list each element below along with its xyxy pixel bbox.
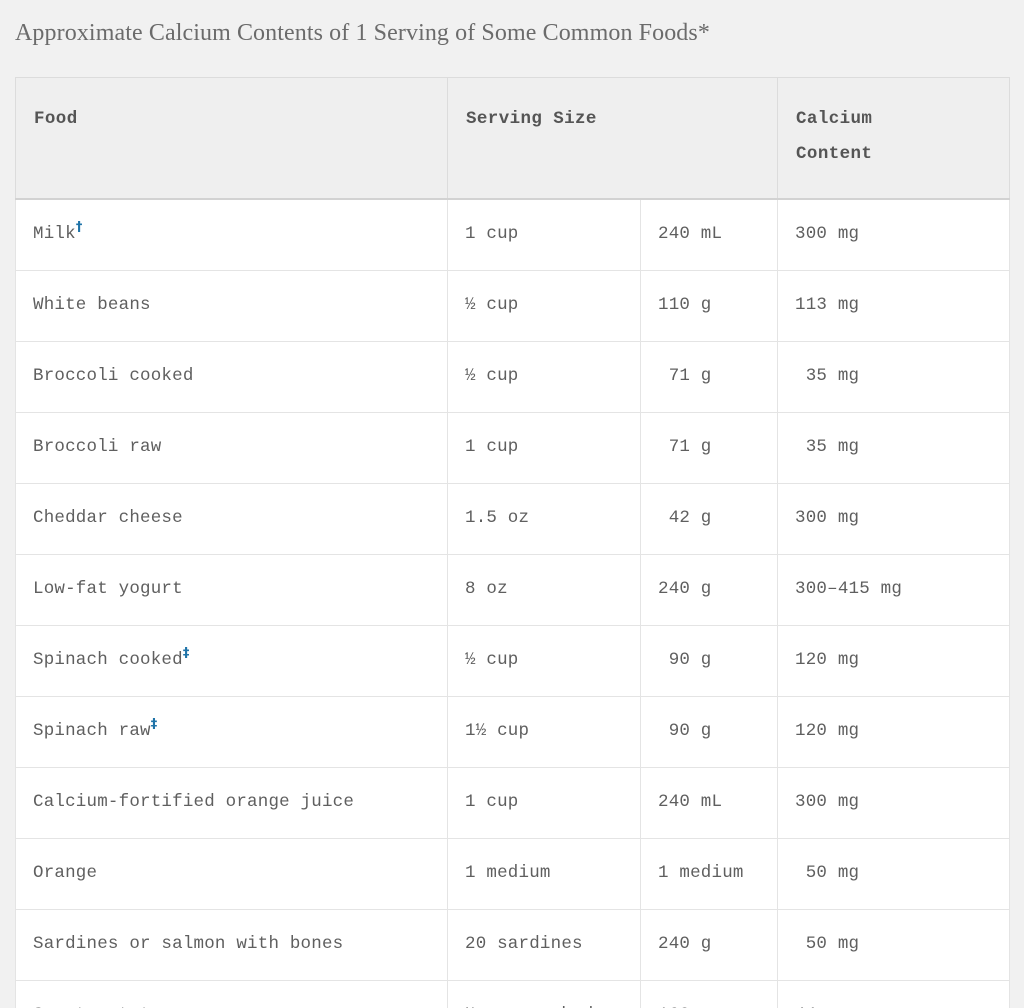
cell-serving-weight: 71 g bbox=[639, 412, 779, 484]
cell-serving-size: 20 sardines bbox=[447, 909, 641, 981]
cell-serving-weight: 240 mL bbox=[639, 767, 779, 839]
cell-calcium-content: 35 mg bbox=[777, 341, 1011, 413]
cell-food: Cheddar cheese bbox=[15, 483, 448, 555]
cell-serving-size: 1 cup bbox=[447, 412, 641, 484]
cell-calcium-content: 300 mg bbox=[777, 198, 1011, 271]
footnote-marker-icon: ‡ bbox=[150, 717, 158, 733]
cell-calcium-content: 50 mg bbox=[777, 838, 1011, 910]
cell-calcium-content: 300 mg bbox=[777, 767, 1011, 839]
table-row: Spinach raw‡ 1½ cup 90 g 120 mg bbox=[15, 696, 1011, 768]
cell-serving-weight: 90 g bbox=[639, 625, 779, 697]
cell-calcium-content: 120 mg bbox=[777, 696, 1011, 768]
table-row: Sweet potatoes½ cup mashed16044 bbox=[15, 980, 1011, 1008]
cell-serving-weight: 240 g bbox=[639, 554, 779, 626]
column-header-calcium-line-2: Content bbox=[796, 144, 873, 164]
column-header-calcium-line-1: Calcium bbox=[796, 109, 873, 129]
food-name: Sardines or salmon with bones bbox=[33, 934, 344, 954]
table-row: Low-fat yogurt 8 oz 240 g 300–415 mg bbox=[15, 554, 1011, 626]
cell-food: Broccoli cooked bbox=[15, 341, 448, 413]
food-name: Milk bbox=[33, 224, 76, 244]
cell-food: Calcium-fortified orange juice bbox=[15, 767, 448, 839]
cell-serving-size: ½ cup mashed bbox=[447, 980, 641, 1008]
cell-serving-weight: 240 g bbox=[639, 909, 779, 981]
cell-serving-weight: 42 g bbox=[639, 483, 779, 555]
cell-serving-size: 1 medium bbox=[447, 838, 641, 910]
cell-food: Low-fat yogurt bbox=[15, 554, 448, 626]
cell-calcium-content: 113 mg bbox=[777, 270, 1011, 342]
footnote-marker-icon: ‡ bbox=[182, 646, 190, 662]
table-header: Food Serving Size Calcium Content bbox=[15, 77, 1011, 200]
cell-calcium-content: 300–415 mg bbox=[777, 554, 1011, 626]
cell-food: Sweet potatoes bbox=[15, 980, 448, 1008]
column-header-calcium-content: Calcium Content bbox=[777, 77, 1011, 200]
cell-serving-size: 1 cup bbox=[447, 767, 641, 839]
food-name: Spinach raw bbox=[33, 721, 151, 741]
page-title: Approximate Calcium Contents of 1 Servin… bbox=[15, 20, 710, 46]
cell-serving-weight: 90 g bbox=[639, 696, 779, 768]
food-name: Low-fat yogurt bbox=[33, 579, 183, 599]
food-name: Spinach cooked bbox=[33, 650, 183, 670]
column-header-food: Food bbox=[15, 77, 448, 200]
footnote-marker-icon: † bbox=[75, 220, 83, 236]
food-name: Broccoli raw bbox=[33, 437, 162, 457]
cell-serving-weight: 160 bbox=[639, 980, 779, 1008]
food-name: Orange bbox=[33, 863, 98, 883]
calcium-table-container: Food Serving Size Calcium Content Milk† 1… bbox=[15, 77, 1011, 1008]
calcium-contents-table: Food Serving Size Calcium Content Milk† 1… bbox=[15, 77, 1011, 1008]
cell-serving-size: 8 oz bbox=[447, 554, 641, 626]
table-row: Broccoli cooked ½ cup 71 g 35 mg bbox=[15, 341, 1011, 413]
cell-food: White beans bbox=[15, 270, 448, 342]
table-row: White beans ½ cup 110 g 113 mg bbox=[15, 270, 1011, 342]
cell-serving-size: ½ cup bbox=[447, 625, 641, 697]
table-row: Orange 1 medium 1 medium 50 mg bbox=[15, 838, 1011, 910]
cell-serving-weight: 1 medium bbox=[639, 838, 779, 910]
cell-food: Spinach raw‡ bbox=[15, 696, 448, 768]
cell-food: Broccoli raw bbox=[15, 412, 448, 484]
page-root: Approximate Calcium Contents of 1 Servin… bbox=[0, 0, 1024, 1008]
table-header-row: Food Serving Size Calcium Content bbox=[15, 77, 1011, 200]
column-header-serving-size: Serving Size bbox=[446, 77, 779, 200]
food-name: White beans bbox=[33, 295, 151, 315]
cell-calcium-content: 44 bbox=[777, 980, 1011, 1008]
cell-food: Orange bbox=[15, 838, 448, 910]
food-name: Broccoli cooked bbox=[33, 366, 194, 386]
cell-serving-size: 1.5 oz bbox=[447, 483, 641, 555]
cell-serving-weight: 110 g bbox=[639, 270, 779, 342]
cell-serving-size: 1 cup bbox=[447, 198, 641, 271]
cell-serving-weight: 240 mL bbox=[639, 198, 779, 271]
table-body: Milk† 1 cup 240 mL 300 mg White beans ½ cup 11… bbox=[15, 198, 1011, 1008]
cell-serving-size: 1½ cup bbox=[447, 696, 641, 768]
table-row: Cheddar cheese 1.5 oz 42 g 300 mg bbox=[15, 483, 1011, 555]
table-row: Calcium-fortified orange juice 1 cup 240 m… bbox=[15, 767, 1011, 839]
cell-calcium-content: 35 mg bbox=[777, 412, 1011, 484]
table-row: Spinach cooked‡ ½ cup 90 g 120 mg bbox=[15, 625, 1011, 697]
table-row: Broccoli raw 1 cup 71 g 35 mg bbox=[15, 412, 1011, 484]
food-name: Cheddar cheese bbox=[33, 508, 183, 528]
table-row: Sardines or salmon with bones 20 sardines… bbox=[15, 909, 1011, 981]
cell-calcium-content: 300 mg bbox=[777, 483, 1011, 555]
cell-serving-size: ½ cup bbox=[447, 270, 641, 342]
food-name: Calcium-fortified orange juice bbox=[33, 792, 355, 812]
cell-serving-size: ½ cup bbox=[447, 341, 641, 413]
cell-calcium-content: 120 mg bbox=[777, 625, 1011, 697]
cell-food: Sardines or salmon with bones bbox=[15, 909, 448, 981]
cell-calcium-content: 50 mg bbox=[777, 909, 1011, 981]
cell-food: Spinach cooked‡ bbox=[15, 625, 448, 697]
cell-serving-weight: 71 g bbox=[639, 341, 779, 413]
cell-food: Milk† bbox=[15, 198, 448, 271]
table-row: Milk† 1 cup 240 mL 300 mg bbox=[15, 198, 1011, 271]
